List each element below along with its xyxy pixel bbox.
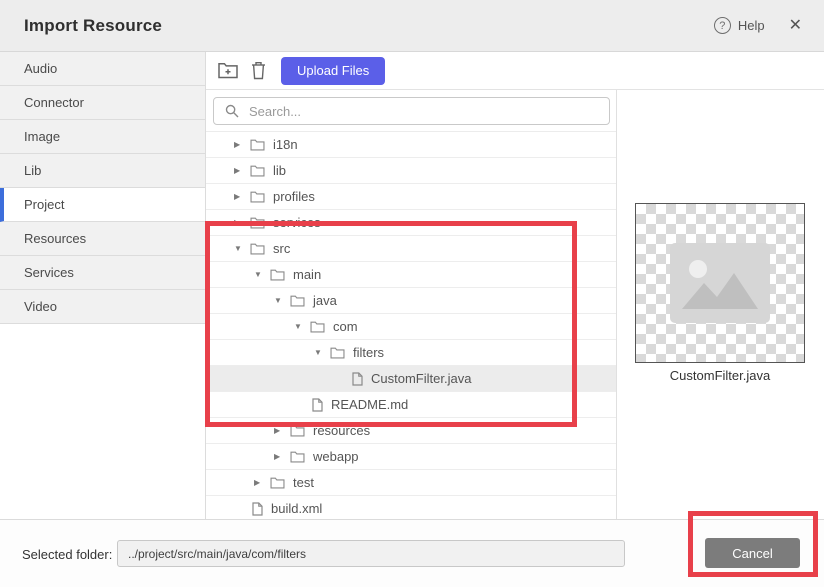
tree-node-label: profiles (273, 189, 315, 204)
chevron-right-icon[interactable]: ▶ (274, 452, 290, 461)
tree-node-label: i18n (273, 137, 298, 152)
tree-node-label: filters (353, 345, 384, 360)
image-icon (670, 243, 770, 323)
tree-row-readme-md[interactable]: README.md (206, 392, 616, 418)
tree-node-label: resources (313, 423, 370, 438)
sidebar-item-image[interactable]: Image (0, 120, 205, 154)
sidebar-item-resources[interactable]: Resources (0, 222, 205, 256)
tree-node-label: lib (273, 163, 286, 178)
tree-row-filters[interactable]: ▼ filters (206, 340, 616, 366)
tree-row-build-xml[interactable]: build.xml (206, 496, 616, 519)
resource-toolbar: Upload Files (206, 52, 824, 90)
folder-icon (250, 191, 265, 203)
tree-node-label: com (333, 319, 358, 334)
tree-node-label: src (273, 241, 290, 256)
tree-row-src[interactable]: ▼ src (206, 236, 616, 262)
selected-folder-label: Selected folder: (22, 547, 112, 562)
tree-row-customfilter-java[interactable]: CustomFilter.java (206, 366, 616, 392)
folder-icon (250, 243, 265, 255)
dialog-footer: Selected folder: Cancel (0, 519, 824, 587)
file-icon (352, 372, 363, 386)
tree-node-label: main (293, 267, 321, 282)
folder-icon (310, 321, 325, 333)
sidebar-item-label: Connector (24, 95, 84, 110)
sidebar-item-label: Image (24, 129, 60, 144)
tree-row-webapp[interactable]: ▶ webapp (206, 444, 616, 470)
upload-files-button[interactable]: Upload Files (281, 57, 385, 85)
tree-row-lib[interactable]: ▶ lib (206, 158, 616, 184)
chevron-right-icon[interactable]: ▶ (234, 218, 250, 227)
tree-node-label: build.xml (271, 501, 322, 516)
tree-node-label: java (313, 293, 337, 308)
magnifier-icon (225, 104, 239, 118)
preview-caption: CustomFilter.java (635, 368, 805, 383)
tree-node-label: services (273, 215, 321, 230)
close-icon[interactable]: ✕ (789, 18, 802, 34)
sidebar-item-audio[interactable]: Audio (0, 52, 205, 86)
tree-row-services[interactable]: ▶ services (206, 210, 616, 236)
question-circle-icon: ? (714, 17, 731, 34)
chevron-down-icon[interactable]: ▼ (274, 296, 290, 305)
chevron-down-icon[interactable]: ▼ (234, 244, 250, 253)
folder-icon (270, 269, 285, 281)
sidebar-item-project[interactable]: Project (0, 188, 205, 222)
tree-node-label: webapp (313, 449, 359, 464)
tree-row-profiles[interactable]: ▶ profiles (206, 184, 616, 210)
dialog-title: Import Resource (24, 16, 162, 36)
folder-icon (290, 295, 305, 307)
chevron-right-icon[interactable]: ▶ (234, 192, 250, 201)
sidebar: Audio Connector Image Lib Project Resources Se… (0, 52, 206, 519)
folder-icon (250, 139, 265, 151)
search-area (206, 90, 616, 132)
tree-row-main[interactable]: ▼ main (206, 262, 616, 288)
tree-row-resources[interactable]: ▶ resources (206, 418, 616, 444)
cancel-button[interactable]: Cancel (705, 538, 800, 568)
search-input[interactable] (247, 98, 609, 124)
file-tree: ▶ i18n ▶ lib ▶ profiles ▶ services ▼ src ▼ main ▼ jav… (206, 132, 616, 519)
chevron-down-icon[interactable]: ▼ (254, 270, 270, 279)
file-icon (252, 502, 263, 516)
folder-icon (290, 451, 305, 463)
sidebar-item-connector[interactable]: Connector (0, 86, 205, 120)
resource-preview (635, 203, 805, 363)
dialog-header: Import Resource ? Help ✕ (0, 0, 824, 52)
sidebar-item-label: Project (24, 197, 64, 212)
chevron-right-icon[interactable]: ▶ (274, 426, 290, 435)
chevron-right-icon[interactable]: ▶ (234, 140, 250, 149)
file-tree-panel: ▶ i18n ▶ lib ▶ profiles ▶ services ▼ src ▼ main ▼ jav… (206, 90, 617, 519)
folder-icon (250, 165, 265, 177)
sidebar-item-video[interactable]: Video (0, 290, 205, 324)
sidebar-item-label: Resources (24, 231, 86, 246)
tree-node-label: CustomFilter.java (371, 371, 471, 386)
file-icon (312, 398, 323, 412)
tree-row-i18n[interactable]: ▶ i18n (206, 132, 616, 158)
import-resource-dialog: Import Resource ? Help ✕ Audio Connector I… (0, 0, 824, 587)
folder-icon (250, 217, 265, 229)
chevron-down-icon[interactable]: ▼ (294, 322, 310, 331)
tree-row-com[interactable]: ▼ com (206, 314, 616, 340)
chevron-right-icon[interactable]: ▶ (234, 166, 250, 175)
help-label: Help (738, 18, 765, 33)
chevron-right-icon[interactable]: ▶ (254, 478, 270, 487)
sidebar-item-label: Lib (24, 163, 41, 178)
tree-node-label: test (293, 475, 314, 490)
trash-icon[interactable] (251, 61, 266, 80)
sidebar-item-label: Video (24, 299, 57, 314)
folder-icon (270, 477, 285, 489)
chevron-down-icon[interactable]: ▼ (314, 348, 330, 357)
sidebar-item-services[interactable]: Services (0, 256, 205, 290)
tree-row-test[interactable]: ▶ test (206, 470, 616, 496)
sidebar-item-label: Audio (24, 61, 57, 76)
search-box[interactable] (213, 97, 610, 125)
tree-row-java[interactable]: ▼ java (206, 288, 616, 314)
folder-icon (330, 347, 345, 359)
tree-node-label: README.md (331, 397, 408, 412)
sidebar-item-label: Services (24, 265, 74, 280)
help-button[interactable]: ? Help (714, 17, 765, 34)
sidebar-item-lib[interactable]: Lib (0, 154, 205, 188)
selected-folder-input[interactable] (117, 540, 625, 567)
folder-icon (290, 425, 305, 437)
new-folder-icon[interactable] (218, 62, 238, 79)
